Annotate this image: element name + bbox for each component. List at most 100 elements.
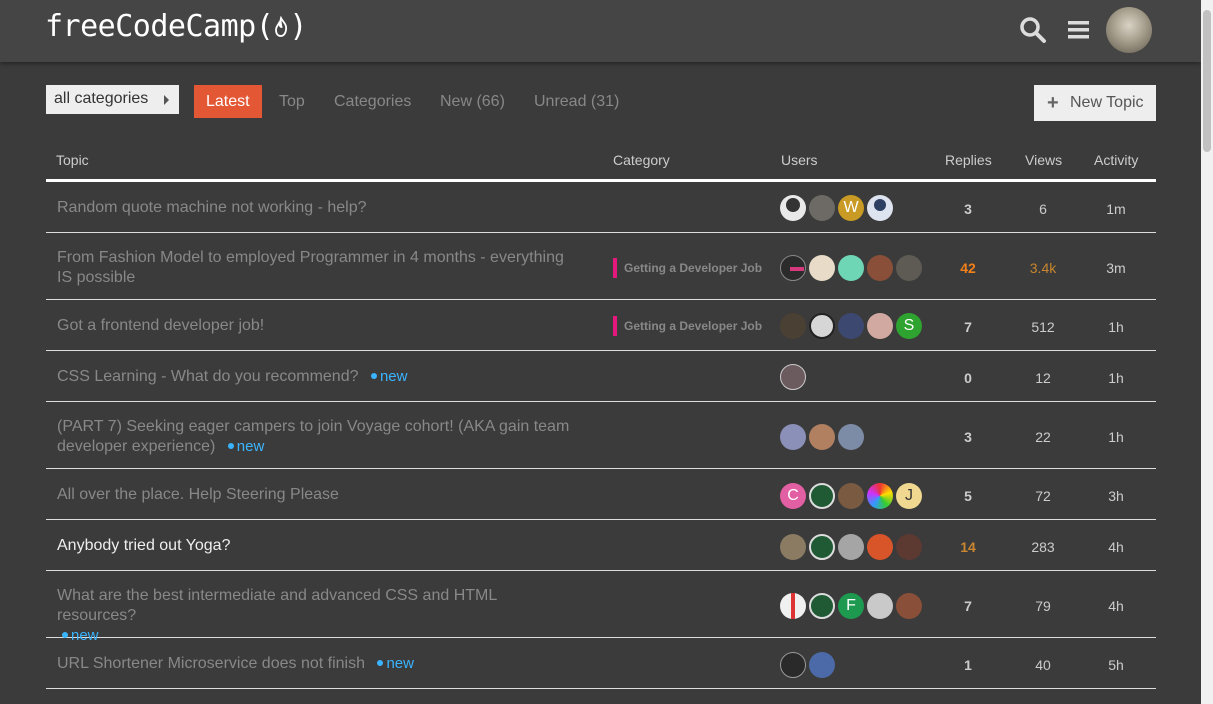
avatar[interactable]: [838, 313, 864, 339]
table-row[interactable]: Got a frontend developer job! Getting a …: [46, 300, 1156, 351]
topic-title-link[interactable]: Anybody tried out Yoga?: [57, 536, 577, 556]
activity-time[interactable]: 1h: [1086, 370, 1146, 386]
avatar[interactable]: [780, 534, 806, 560]
avatar[interactable]: S: [896, 313, 922, 339]
category-badge[interactable]: Getting a Developer Job: [613, 258, 762, 278]
avatar[interactable]: [838, 534, 864, 560]
new-badge[interactable]: new: [227, 438, 265, 455]
new-badge-label: new: [236, 438, 265, 455]
new-topic-button[interactable]: + New Topic: [1034, 85, 1156, 121]
views-count: 79: [1035, 598, 1051, 614]
flame-icon: [275, 16, 288, 37]
table-row[interactable]: Random quote machine not working - help?…: [46, 182, 1156, 233]
avatar[interactable]: [809, 652, 835, 678]
avatar[interactable]: F: [838, 593, 864, 619]
tab-top[interactable]: Top: [267, 85, 317, 118]
avatar[interactable]: [867, 195, 893, 221]
topic-title-link[interactable]: What are the best intermediate and advan…: [57, 587, 497, 624]
scrollbar-thumb[interactable]: [1203, 10, 1211, 152]
activity-time[interactable]: 1m: [1086, 201, 1146, 217]
topic-title-link[interactable]: CSS Learning - What do you recommend?: [57, 368, 358, 385]
replies-count[interactable]: 7: [938, 598, 998, 614]
table-row[interactable]: Anybody tried out Yoga? 14 283 4h: [46, 520, 1156, 571]
replies-count[interactable]: 5: [938, 488, 998, 504]
category-dropdown[interactable]: all categories: [46, 85, 179, 114]
header-category[interactable]: Category: [613, 152, 670, 168]
avatar[interactable]: [867, 313, 893, 339]
views-count: 72: [1035, 488, 1051, 504]
avatar[interactable]: [838, 483, 864, 509]
replies-count[interactable]: 3: [938, 429, 998, 445]
avatar[interactable]: [867, 534, 893, 560]
avatar[interactable]: [780, 652, 806, 678]
current-user-avatar[interactable]: [1106, 7, 1152, 53]
replies-count[interactable]: 14: [938, 539, 998, 555]
table-row[interactable]: URL Shortener Microservice does not fini…: [46, 638, 1156, 689]
avatar[interactable]: C: [780, 483, 806, 509]
avatar[interactable]: [809, 195, 835, 221]
replies-count[interactable]: 42: [938, 260, 998, 276]
avatar[interactable]: [780, 364, 806, 390]
page-scrollbar[interactable]: [1201, 0, 1213, 704]
activity-time[interactable]: 3m: [1086, 260, 1146, 276]
activity-time[interactable]: 1h: [1086, 319, 1146, 335]
avatar[interactable]: [809, 255, 835, 281]
avatar[interactable]: [780, 195, 806, 221]
tab-new[interactable]: New (66): [428, 85, 517, 118]
table-row[interactable]: All over the place. Help Steering Please…: [46, 469, 1156, 520]
activity-time[interactable]: 3h: [1086, 488, 1146, 504]
table-row[interactable]: CSS Learning - What do you recommend? ne…: [46, 351, 1156, 402]
new-badge[interactable]: new: [377, 655, 414, 672]
avatar[interactable]: W: [838, 195, 864, 221]
topic-title-link[interactable]: (PART 7) Seeking eager campers to join V…: [57, 418, 569, 455]
avatar[interactable]: [780, 424, 806, 450]
avatar[interactable]: [867, 483, 893, 509]
header-views[interactable]: Views: [1025, 152, 1062, 168]
views-count: 512: [1031, 319, 1055, 335]
search-icon[interactable]: [1019, 16, 1047, 44]
avatar[interactable]: [896, 534, 922, 560]
replies-count[interactable]: 1: [938, 657, 998, 673]
activity-time[interactable]: 4h: [1086, 539, 1146, 555]
avatar[interactable]: [867, 593, 893, 619]
new-badge[interactable]: new: [370, 368, 407, 385]
avatar[interactable]: [896, 593, 922, 619]
activity-time[interactable]: 4h: [1086, 598, 1146, 614]
hamburger-menu-icon[interactable]: [1066, 16, 1094, 44]
views-count: 40: [1035, 657, 1051, 673]
category-badge[interactable]: Getting a Developer Job: [613, 316, 762, 336]
header-topic[interactable]: Topic: [56, 152, 89, 168]
topic-title-link[interactable]: From Fashion Model to employed Programme…: [57, 248, 577, 288]
avatar[interactable]: [809, 534, 835, 560]
topic-title-link[interactable]: Got a frontend developer job!: [57, 316, 577, 336]
replies-count[interactable]: 0: [938, 370, 998, 386]
avatar[interactable]: [867, 255, 893, 281]
table-row[interactable]: What are the best intermediate and advan…: [46, 571, 1156, 644]
avatar[interactable]: [809, 483, 835, 509]
table-row[interactable]: (PART 7) Seeking eager campers to join V…: [46, 402, 1156, 469]
freecodecamp-logo[interactable]: freeCodeCamp(): [45, 9, 307, 44]
avatar[interactable]: [896, 255, 922, 281]
table-row[interactable]: From Fashion Model to employed Programme…: [46, 233, 1156, 300]
topic-title-link[interactable]: Random quote machine not working - help?: [57, 198, 577, 218]
avatar[interactable]: [780, 255, 806, 281]
avatar[interactable]: [809, 593, 835, 619]
avatar[interactable]: [838, 424, 864, 450]
avatar[interactable]: [780, 593, 806, 619]
tab-latest[interactable]: Latest: [194, 85, 262, 118]
avatar[interactable]: J: [896, 483, 922, 509]
avatar[interactable]: [809, 313, 835, 339]
avatar[interactable]: [809, 424, 835, 450]
replies-count[interactable]: 3: [938, 201, 998, 217]
activity-time[interactable]: 5h: [1086, 657, 1146, 673]
topic-title-link[interactable]: URL Shortener Microservice does not fini…: [57, 655, 365, 672]
tab-unread[interactable]: Unread (31): [522, 85, 631, 118]
avatar[interactable]: [780, 313, 806, 339]
replies-count[interactable]: 7: [938, 319, 998, 335]
avatar[interactable]: [838, 255, 864, 281]
header-activity[interactable]: Activity: [1094, 152, 1138, 168]
activity-time[interactable]: 1h: [1086, 429, 1146, 445]
topic-title-link[interactable]: All over the place. Help Steering Please: [57, 485, 577, 505]
tab-categories[interactable]: Categories: [322, 85, 423, 118]
header-replies[interactable]: Replies: [945, 152, 992, 168]
